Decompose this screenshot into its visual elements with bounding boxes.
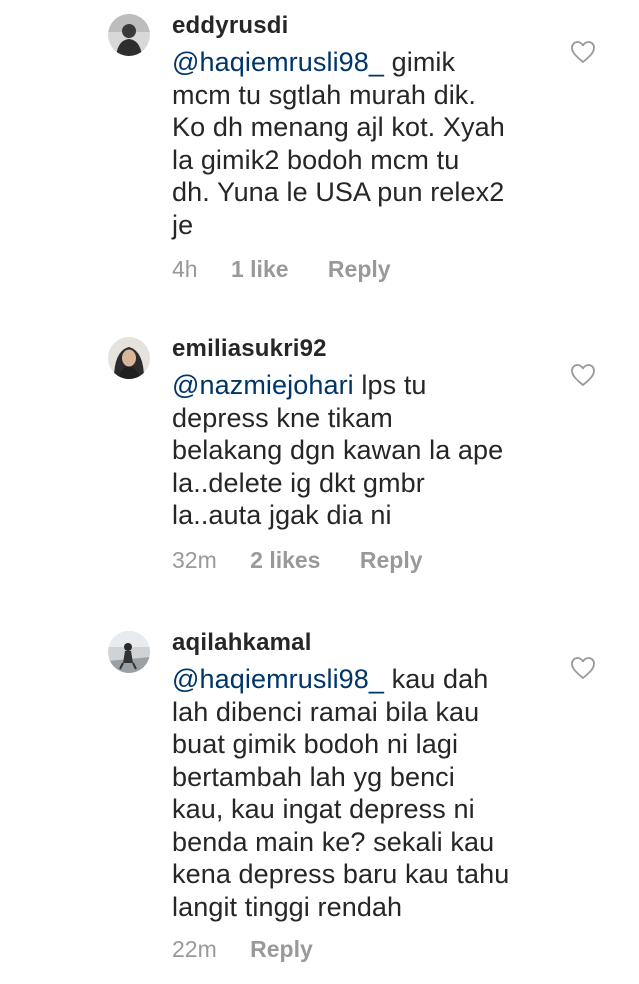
comment-username[interactable]: aqilahkamal — [172, 627, 542, 659]
reply-button[interactable]: Reply — [360, 545, 423, 575]
comment-username[interactable]: emiliasukri92 — [172, 333, 542, 365]
comment-mention[interactable]: @nazmiejohari — [172, 370, 354, 400]
avatar[interactable] — [108, 337, 150, 379]
heart-outline-icon[interactable] — [570, 656, 596, 680]
comment-meta: 4h 1 like Reply — [172, 254, 391, 284]
heart-outline-icon[interactable] — [570, 40, 596, 64]
comment-likes[interactable]: 2 likes — [250, 545, 320, 575]
comment-mention[interactable]: @haqiemrusli98_ — [172, 664, 384, 694]
reply-button[interactable]: Reply — [250, 934, 313, 964]
avatar[interactable] — [108, 14, 150, 56]
comment-meta: 32m 2 likes Reply — [172, 545, 423, 575]
reply-button[interactable]: Reply — [328, 254, 391, 284]
comment-likes[interactable]: 1 like — [231, 254, 289, 284]
comment-text: @nazmiejohari lps tu depress kne tikam b… — [172, 370, 504, 530]
comment-username[interactable]: eddyrusdi — [172, 10, 542, 42]
comment-text: @haqiemrusli98_ kau dah lah dibenci rama… — [172, 664, 510, 922]
comment-meta: 22m Reply — [172, 934, 313, 964]
comment-mention[interactable]: @haqiemrusli98_ — [172, 47, 384, 77]
heart-outline-icon[interactable] — [570, 363, 596, 387]
avatar[interactable] — [108, 631, 150, 673]
comment-text: @haqiemrusli98_ gimik mcm tu sgtlah mura… — [172, 47, 505, 240]
comment-time: 22m — [172, 936, 217, 962]
comment-time: 4h — [172, 256, 198, 282]
comment-time: 32m — [172, 547, 217, 573]
